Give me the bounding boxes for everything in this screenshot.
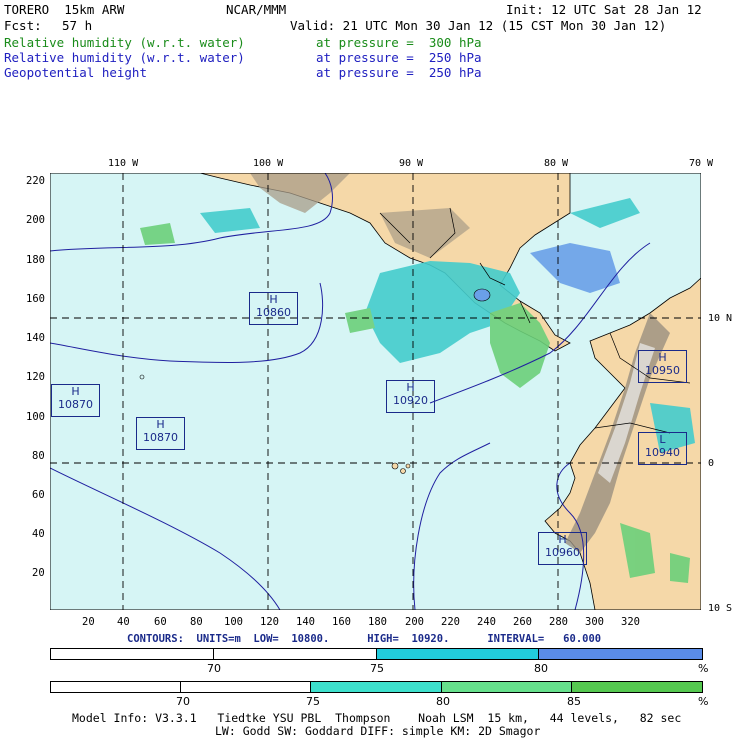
x-tick-label: 100: [224, 616, 243, 628]
colorbar-segment: [181, 682, 312, 692]
pressure-center-type: H: [658, 351, 667, 364]
x-tick-label: 160: [332, 616, 351, 628]
lat-label-10s: 10 S: [708, 603, 733, 614]
pressure-center-high: H 10960: [538, 532, 587, 565]
pressure-center-high: H 10920: [386, 380, 435, 413]
forecast-hour: 57 h: [62, 18, 93, 33]
field-geopot-name: Geopotential height: [4, 65, 147, 80]
y-tick-label: 100: [26, 411, 45, 423]
pressure-center-type: H: [71, 385, 80, 398]
y-tick-label: 160: [26, 293, 45, 305]
lon-label-100w: 100 W: [253, 158, 284, 169]
island-galapagos: [405, 463, 411, 469]
x-tick-label: 260: [513, 616, 532, 628]
x-tick-label: 300: [585, 616, 604, 628]
valid-time: Valid: 21 UTC Mon 30 Jan 12 (15 CST Mon …: [290, 18, 667, 33]
colorbar-label: 80: [534, 662, 548, 675]
colorbar-segment: [539, 649, 702, 659]
model-physics-line: LW: Godd SW: Goddard DIFF: simple KM: 2D…: [215, 724, 541, 738]
colorbar-segment: [571, 682, 702, 692]
x-tick-label: 220: [441, 616, 460, 628]
pressure-center-value: 10960: [545, 546, 580, 559]
org-label: NCAR/MMM: [226, 2, 287, 17]
model-info-line: Model Info: V3.3.1 Tiedtke YSU PBL Thomp…: [72, 711, 682, 725]
y-tick-label: 40: [32, 528, 45, 540]
x-tick-label: 40: [117, 616, 130, 628]
field-rh250-level: at pressure = 250 hPa: [316, 50, 482, 65]
pressure-center-high: H 10870: [136, 417, 185, 450]
forecast-label: Fcst:: [4, 18, 42, 33]
island-galapagos: [391, 462, 399, 470]
colorbar-segment: [51, 649, 214, 659]
y-tick-label: 140: [26, 332, 45, 344]
pressure-center-value: 10870: [143, 431, 178, 444]
y-tick-label: 200: [26, 214, 45, 226]
y-tick-label: 20: [32, 567, 45, 579]
colorbar-label: 70: [207, 662, 221, 675]
x-tick-label: 240: [477, 616, 496, 628]
colorbar-segment: [441, 682, 572, 692]
field-rh300-level: at pressure = 300 hPa: [316, 35, 482, 50]
pressure-center-value: 10940: [645, 446, 680, 459]
colorbar-label: %: [698, 662, 709, 675]
lon-label-80w: 80 W: [544, 158, 569, 169]
pressure-center-value: 10950: [645, 364, 680, 377]
island-galapagos: [400, 468, 406, 474]
lake-nicaragua: [473, 288, 491, 302]
pressure-center-type: H: [406, 381, 415, 394]
lon-label-90w: 90 W: [399, 158, 424, 169]
pressure-center-high: H 10860: [249, 292, 298, 325]
y-tick-label: 220: [26, 175, 45, 187]
pressure-center-high: H 10870: [51, 384, 100, 417]
pressure-center-low: L 10940: [638, 432, 687, 465]
y-tick-label: 60: [32, 489, 45, 501]
init-time: Init: 12 UTC Sat 28 Jan 12: [506, 2, 702, 17]
y-tick-label: 120: [26, 371, 45, 383]
x-tick-label: 200: [405, 616, 424, 628]
colorbar-segment: [214, 649, 377, 659]
colorbar-label: %: [698, 695, 709, 708]
lon-label-110w: 110 W: [108, 158, 139, 169]
pressure-center-type: L: [659, 433, 666, 446]
pressure-center-value: 10920: [393, 394, 428, 407]
x-tick-label: 60: [154, 616, 167, 628]
y-tick-label: 180: [26, 254, 45, 266]
colorbar-segment: [376, 649, 540, 659]
x-tick-label: 280: [549, 616, 568, 628]
pressure-center-value: 10870: [58, 398, 93, 411]
lat-label-equator: 0: [708, 458, 715, 469]
x-tick-label: 180: [368, 616, 387, 628]
colorbar-segment: [51, 682, 182, 692]
pressure-center-value: 10860: [256, 306, 291, 319]
field-rh250-name: Relative humidity (w.r.t. water): [4, 50, 245, 65]
y-tick-label: 80: [32, 450, 45, 462]
model-title: TORERO 15km ARW: [4, 2, 125, 17]
colorbar-rh250: [50, 648, 703, 660]
pressure-center-type: H: [558, 533, 567, 546]
colorbar-label: 70: [176, 695, 190, 708]
colorbar-label: 75: [370, 662, 384, 675]
field-geopot-level: at pressure = 250 hPa: [316, 65, 482, 80]
lon-label-70w: 70 W: [689, 158, 714, 169]
weather-map: [50, 173, 701, 610]
x-tick-label: 80: [190, 616, 203, 628]
x-tick-label: 20: [82, 616, 95, 628]
colorbar-rh300: [50, 681, 703, 693]
colorbar-label: 85: [567, 695, 581, 708]
colorbar-label: 80: [436, 695, 450, 708]
pressure-center-high: H 10950: [638, 350, 687, 383]
colorbar-label: 75: [306, 695, 320, 708]
colorbar-segment: [311, 682, 442, 692]
x-tick-label: 120: [260, 616, 279, 628]
pressure-center-type: H: [156, 418, 165, 431]
contour-info: CONTOURS: UNITS=m LOW= 10800. HIGH= 1092…: [127, 633, 602, 645]
x-tick-label: 320: [621, 616, 640, 628]
x-tick-label: 140: [296, 616, 315, 628]
field-rh300-name: Relative humidity (w.r.t. water): [4, 35, 245, 50]
lat-label-10n: 10 N: [708, 313, 733, 324]
pressure-center-type: H: [269, 293, 278, 306]
